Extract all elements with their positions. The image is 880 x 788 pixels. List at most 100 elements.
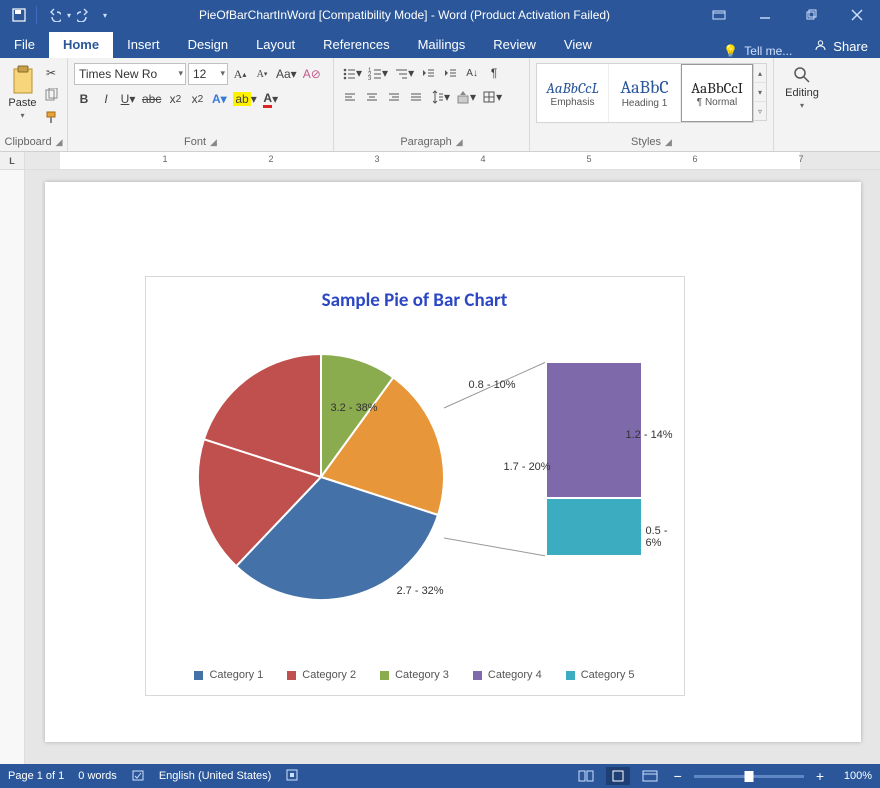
underline-button[interactable]: U▾ bbox=[118, 89, 138, 109]
align-left-button[interactable] bbox=[340, 87, 360, 107]
minimize-button[interactable] bbox=[742, 0, 788, 30]
styles-launcher-icon[interactable]: ◢ bbox=[665, 137, 672, 148]
group-clipboard: Paste ▾ ✂ Clipboard◢ bbox=[0, 58, 68, 151]
ribbon-display-icon[interactable] bbox=[696, 0, 742, 30]
grow-font-button[interactable]: A▴ bbox=[230, 64, 250, 84]
font-launcher-icon[interactable]: ◢ bbox=[210, 137, 217, 148]
align-center-button[interactable] bbox=[362, 87, 382, 107]
bold-button[interactable]: B bbox=[74, 89, 94, 109]
undo-more-icon[interactable]: ▾ bbox=[67, 11, 71, 20]
zoom-thumb[interactable] bbox=[744, 771, 753, 782]
borders-button[interactable]: ▾ bbox=[480, 87, 504, 107]
tell-me-search[interactable]: 💡 Tell me... bbox=[713, 44, 802, 58]
status-page[interactable]: Page 1 of 1 bbox=[8, 770, 64, 782]
copy-button[interactable] bbox=[41, 85, 61, 105]
close-button[interactable] bbox=[834, 0, 880, 30]
style-gallery-more[interactable]: ▴▾▿ bbox=[754, 63, 767, 121]
cut-button[interactable]: ✂ bbox=[41, 63, 61, 83]
clipboard-launcher-icon[interactable]: ◢ bbox=[56, 137, 63, 148]
highlight-button[interactable]: ab▾ bbox=[231, 89, 258, 109]
format-painter-button[interactable] bbox=[41, 107, 61, 127]
tab-selector[interactable]: L bbox=[0, 152, 25, 169]
print-layout-button[interactable] bbox=[606, 767, 630, 785]
ruler-track: 1 2 3 4 5 6 7 bbox=[25, 152, 880, 169]
tab-mailings[interactable]: Mailings bbox=[404, 32, 480, 58]
decrease-indent-button[interactable] bbox=[418, 63, 438, 83]
zoom-in-button[interactable]: + bbox=[812, 768, 828, 784]
show-marks-button[interactable]: ¶ bbox=[484, 63, 504, 83]
ruler-num: 4 bbox=[480, 154, 485, 164]
tab-view[interactable]: View bbox=[550, 32, 606, 58]
tab-design[interactable]: Design bbox=[174, 32, 242, 58]
tab-home[interactable]: Home bbox=[49, 32, 113, 58]
tab-references[interactable]: References bbox=[309, 32, 403, 58]
tab-file[interactable]: File bbox=[0, 32, 49, 58]
redo-icon[interactable] bbox=[75, 6, 93, 24]
font-color-button[interactable]: A▾ bbox=[261, 89, 281, 109]
tab-insert[interactable]: Insert bbox=[113, 32, 174, 58]
restore-button[interactable] bbox=[788, 0, 834, 30]
paragraph-launcher-icon[interactable]: ◢ bbox=[456, 137, 463, 148]
chevron-down-icon: ▾ bbox=[178, 68, 183, 79]
change-case-button[interactable]: Aa▾ bbox=[274, 64, 299, 84]
numbering-button[interactable]: 123▾ bbox=[366, 63, 390, 83]
legend-swatch bbox=[194, 671, 203, 680]
align-right-button[interactable] bbox=[384, 87, 404, 107]
zoom-out-button[interactable]: − bbox=[670, 768, 686, 784]
tab-review[interactable]: Review bbox=[479, 32, 550, 58]
paste-icon bbox=[10, 65, 36, 95]
clear-format-button[interactable]: A⊘ bbox=[301, 64, 323, 84]
increase-indent-button[interactable] bbox=[440, 63, 460, 83]
chart-object[interactable]: Sample Pie of Bar Chart bbox=[145, 276, 685, 696]
legend-label: Category 2 bbox=[302, 669, 356, 681]
strikethrough-button[interactable]: abc bbox=[140, 89, 163, 109]
page[interactable]: Sample Pie of Bar Chart bbox=[45, 182, 861, 742]
style-gallery[interactable]: AaBbCcLEmphasis AaBbCHeading 1 AaBbCcI¶ … bbox=[536, 63, 754, 123]
shrink-font-button[interactable]: A▾ bbox=[252, 64, 272, 84]
subscript-button[interactable]: x2 bbox=[165, 89, 185, 109]
text-effects-button[interactable]: A▾ bbox=[209, 89, 229, 109]
justify-button[interactable] bbox=[406, 87, 426, 107]
line-spacing-button[interactable]: ▾ bbox=[428, 87, 452, 107]
group-paragraph-label: Paragraph bbox=[400, 136, 451, 148]
status-words[interactable]: 0 words bbox=[78, 770, 117, 782]
bullets-button[interactable]: ▾ bbox=[340, 63, 364, 83]
web-layout-button[interactable] bbox=[638, 767, 662, 785]
share-label: Share bbox=[833, 39, 868, 54]
chevron-down-icon[interactable]: ▾ bbox=[754, 83, 766, 102]
document-scroll[interactable]: Sample Pie of Bar Chart bbox=[25, 170, 880, 764]
chevron-down-icon: ▾ bbox=[220, 68, 225, 79]
horizontal-ruler[interactable]: L 1 2 3 4 5 6 7 bbox=[0, 152, 880, 170]
editing-button[interactable]: Editing ▾ bbox=[780, 61, 824, 110]
status-language[interactable]: English (United States) bbox=[159, 770, 272, 782]
proofing-icon[interactable] bbox=[131, 768, 145, 785]
zoom-value[interactable]: 100% bbox=[836, 770, 872, 782]
more-icon[interactable]: ▿ bbox=[754, 102, 766, 120]
paste-label: Paste bbox=[8, 97, 36, 109]
vertical-ruler[interactable] bbox=[0, 170, 25, 764]
style-heading1[interactable]: AaBbCHeading 1 bbox=[609, 64, 681, 122]
style-emphasis[interactable]: AaBbCcLEmphasis bbox=[537, 64, 609, 122]
superscript-button[interactable]: x2 bbox=[187, 89, 207, 109]
undo-icon[interactable] bbox=[45, 6, 63, 24]
font-size-combo[interactable]: 12▾ bbox=[188, 63, 228, 85]
style-normal[interactable]: AaBbCcI¶ Normal bbox=[681, 64, 753, 122]
label-cat4: 1.2 - 14% bbox=[626, 429, 673, 441]
macro-icon[interactable] bbox=[285, 768, 299, 785]
font-name-combo[interactable]: Times New Ro▾ bbox=[74, 63, 186, 85]
share-button[interactable]: Share bbox=[802, 34, 880, 58]
ruler-num: 7 bbox=[798, 154, 803, 164]
label-cat3: 0.8 - 10% bbox=[469, 379, 516, 391]
save-icon[interactable] bbox=[10, 6, 28, 24]
shading-button[interactable]: ▾ bbox=[454, 87, 478, 107]
chevron-up-icon[interactable]: ▴ bbox=[754, 64, 766, 83]
tab-layout[interactable]: Layout bbox=[242, 32, 309, 58]
sort-button[interactable]: A↓ bbox=[462, 63, 482, 83]
italic-button[interactable]: I bbox=[96, 89, 116, 109]
group-styles-label: Styles bbox=[631, 136, 661, 148]
qat-customize-icon[interactable]: ▾ bbox=[103, 11, 107, 20]
read-mode-button[interactable] bbox=[574, 767, 598, 785]
paste-button[interactable]: Paste ▾ bbox=[6, 61, 39, 120]
zoom-slider[interactable] bbox=[694, 775, 804, 778]
multilevel-button[interactable]: ▾ bbox=[392, 63, 416, 83]
